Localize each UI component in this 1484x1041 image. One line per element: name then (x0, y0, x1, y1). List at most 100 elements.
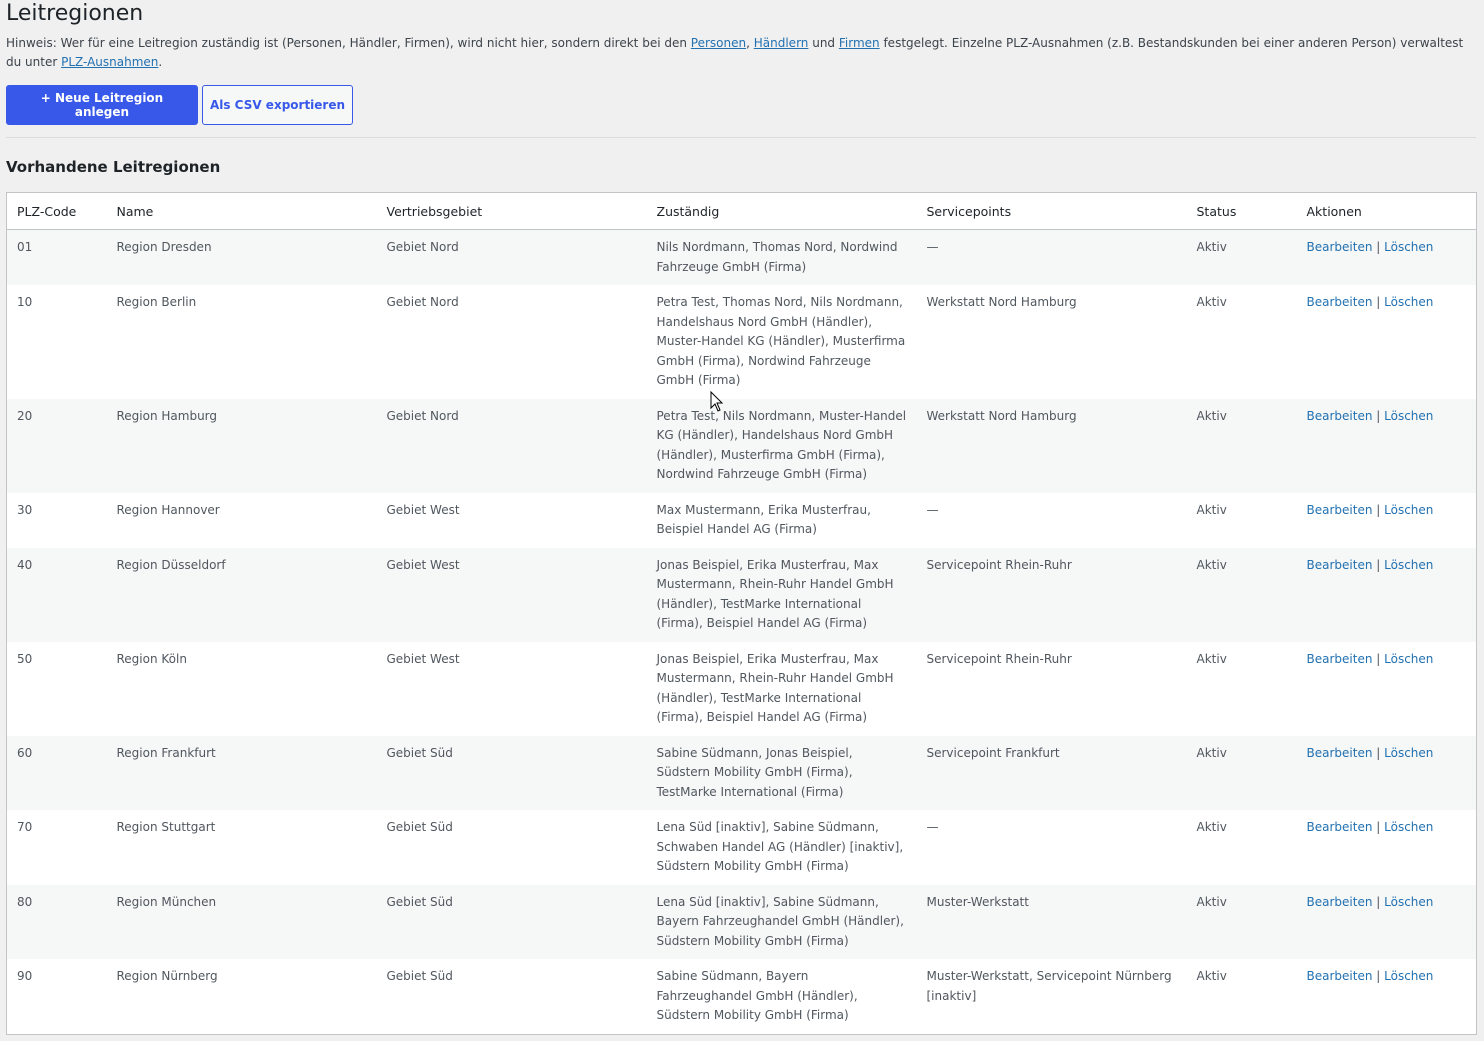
new-leitregion-button[interactable]: + Neue Leitregion anlegen (6, 85, 198, 125)
cell-status: Aktiv (1186, 735, 1297, 810)
link-plz-ausnahmen[interactable]: PLZ-Ausnahmen (61, 55, 158, 69)
column-header-name[interactable]: Name (106, 192, 377, 230)
cell-servicepoints: Servicepoint Frankfurt (916, 735, 1187, 810)
cell-plz: 40 (6, 547, 107, 642)
edit-link[interactable]: Bearbeiten (1307, 503, 1373, 517)
page-wrap: Leitregionen Hinweis: Wer für eine Leitr… (6, 0, 1477, 1035)
cell-aktionen: Bearbeiten | Löschen (1296, 547, 1477, 642)
delete-link[interactable]: Löschen (1384, 969, 1433, 983)
table-row: 10 Region Berlin Gebiet Nord Petra Test, Th… (6, 285, 1477, 399)
table-row: 50 Region Köln Gebiet West Jonas Beispiel, … (6, 641, 1477, 736)
edit-link[interactable]: Bearbeiten (1307, 746, 1373, 760)
cell-status: Aktiv (1186, 547, 1297, 642)
edit-link[interactable]: Bearbeiten (1307, 820, 1373, 834)
action-separator: | (1376, 295, 1381, 309)
edit-link[interactable]: Bearbeiten (1307, 240, 1373, 254)
cell-plz: 70 (6, 810, 107, 885)
cell-status: Aktiv (1186, 285, 1297, 399)
cell-status: Aktiv (1186, 959, 1297, 1034)
cell-servicepoints: Muster-Werkstatt (916, 884, 1187, 959)
action-separator: | (1376, 408, 1381, 423)
cell-name: Region Hamburg (106, 398, 377, 493)
cell-aktionen: Bearbeiten | Löschen (1296, 884, 1477, 959)
delete-link[interactable]: Löschen (1384, 503, 1433, 517)
column-header-zustaendig[interactable]: Zuständig (646, 192, 917, 230)
cell-name: Region Köln (106, 641, 377, 736)
table-row: 70 Region Stuttgart Gebiet Süd Lena Süd [in… (6, 810, 1477, 885)
cell-name: Region Frankfurt (106, 735, 377, 810)
cell-zustaendig: Sabine Südmann, Bayern Fahrzeughandel Gm… (646, 959, 917, 1034)
cell-aktionen: Bearbeiten | Löschen (1296, 810, 1477, 885)
delete-link[interactable]: Löschen (1384, 652, 1433, 666)
action-separator: | (1376, 240, 1381, 254)
column-header-vertriebsgebiet[interactable]: Vertriebsgebiet (376, 192, 647, 230)
cell-vertriebsgebiet: Gebiet Süd (376, 810, 647, 885)
edit-link[interactable]: Bearbeiten (1307, 558, 1373, 572)
cell-vertriebsgebiet: Gebiet Nord (376, 285, 647, 399)
delete-link[interactable]: Löschen (1384, 746, 1433, 760)
cell-servicepoints: Werkstatt Nord Hamburg (916, 285, 1187, 399)
table-row: 01 Region Dresden Gebiet Nord Nils Nordmann… (6, 229, 1477, 285)
hint-comma: , (746, 36, 750, 50)
action-separator: | (1376, 651, 1381, 666)
cell-zustaendig: Lena Süd [inaktiv], Sabine Südmann, Schw… (646, 810, 917, 885)
leitregionen-table: PLZ-Code Name Vertriebsgebiet Zuständig … (6, 192, 1477, 1035)
cell-zustaendig: Petra Test, Thomas Nord, Nils Nordmann, … (646, 285, 917, 399)
link-personen[interactable]: Personen (691, 36, 746, 50)
cell-servicepoints: Muster-Werkstatt, Servicepoint Nürnberg … (916, 959, 1187, 1034)
table-row: 30 Region Hannover Gebiet West Max Musterma… (6, 492, 1477, 548)
link-haendlern[interactable]: Händlern (754, 36, 809, 50)
cell-vertriebsgebiet: Gebiet Süd (376, 959, 647, 1034)
export-csv-button[interactable]: Als CSV exportieren (202, 85, 353, 125)
cell-servicepoints: — (916, 492, 1187, 548)
cell-name: Region Stuttgart (106, 810, 377, 885)
button-row: + Neue Leitregion anlegen Als CSV export… (6, 85, 1476, 125)
action-separator: | (1376, 969, 1381, 983)
table-row: 80 Region München Gebiet Süd Lena Süd [inak… (6, 884, 1477, 959)
edit-link[interactable]: Bearbeiten (1307, 409, 1373, 423)
action-separator: | (1376, 745, 1381, 760)
action-separator: | (1376, 894, 1381, 909)
edit-link[interactable]: Bearbeiten (1307, 895, 1373, 909)
edit-link[interactable]: Bearbeiten (1307, 969, 1373, 983)
cell-servicepoints: Servicepoint Rhein-Ruhr (916, 547, 1187, 642)
delete-link[interactable]: Löschen (1384, 295, 1433, 309)
cell-plz: 01 (6, 229, 107, 285)
table-header-row: PLZ-Code Name Vertriebsgebiet Zuständig … (6, 192, 1477, 230)
cell-plz: 20 (6, 398, 107, 493)
cell-zustaendig: Sabine Südmann, Jonas Beispiel, Südstern… (646, 735, 917, 810)
action-separator: | (1376, 557, 1381, 572)
delete-link[interactable]: Löschen (1384, 558, 1433, 572)
delete-link[interactable]: Löschen (1384, 409, 1433, 423)
cell-plz: 80 (6, 884, 107, 959)
table-row: 60 Region Frankfurt Gebiet Süd Sabine Südma… (6, 735, 1477, 810)
column-header-status[interactable]: Status (1186, 192, 1297, 230)
cell-name: Region Düsseldorf (106, 547, 377, 642)
cell-aktionen: Bearbeiten | Löschen (1296, 641, 1477, 736)
column-header-aktionen: Aktionen (1296, 192, 1477, 230)
cell-vertriebsgebiet: Gebiet West (376, 641, 647, 736)
cell-name: Region Nürnberg (106, 959, 377, 1034)
cell-vertriebsgebiet: Gebiet Nord (376, 398, 647, 493)
table-row: 40 Region Düsseldorf Gebiet West Jonas Beis… (6, 547, 1477, 642)
cell-zustaendig: Petra Test, Nils Nordmann, Muster-Handel… (646, 398, 917, 493)
hint-und: und (808, 36, 839, 50)
delete-link[interactable]: Löschen (1384, 240, 1433, 254)
column-header-servicepoints[interactable]: Servicepoints (916, 192, 1187, 230)
delete-link[interactable]: Löschen (1384, 895, 1433, 909)
cell-vertriebsgebiet: Gebiet West (376, 547, 647, 642)
link-firmen[interactable]: Firmen (839, 36, 880, 50)
delete-link[interactable]: Löschen (1384, 820, 1433, 834)
column-header-plz[interactable]: PLZ-Code (6, 192, 107, 230)
cell-vertriebsgebiet: Gebiet Süd (376, 735, 647, 810)
cell-aktionen: Bearbeiten | Löschen (1296, 959, 1477, 1034)
edit-link[interactable]: Bearbeiten (1307, 295, 1373, 309)
cell-servicepoints: Servicepoint Rhein-Ruhr (916, 641, 1187, 736)
cell-zustaendig: Nils Nordmann, Thomas Nord, Nordwind Fah… (646, 229, 917, 285)
divider (6, 137, 1476, 138)
cell-aktionen: Bearbeiten | Löschen (1296, 285, 1477, 399)
cell-aktionen: Bearbeiten | Löschen (1296, 735, 1477, 810)
cell-name: Region München (106, 884, 377, 959)
cell-status: Aktiv (1186, 884, 1297, 959)
edit-link[interactable]: Bearbeiten (1307, 652, 1373, 666)
